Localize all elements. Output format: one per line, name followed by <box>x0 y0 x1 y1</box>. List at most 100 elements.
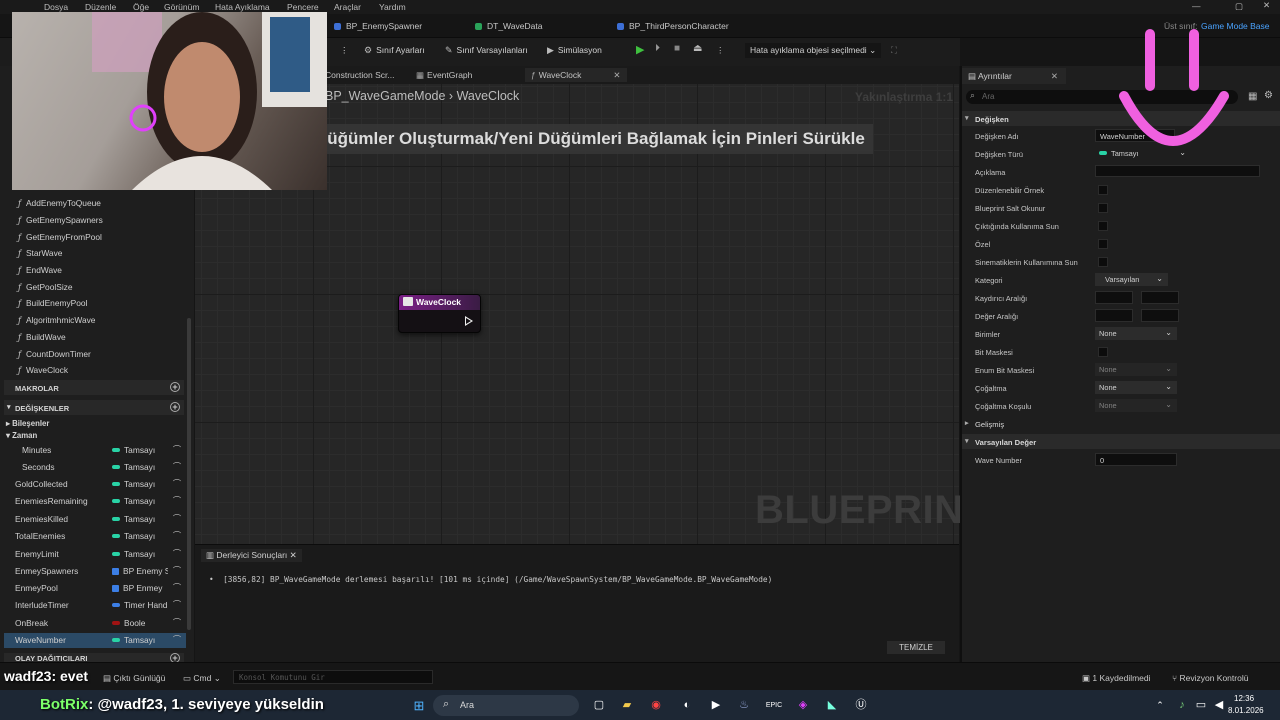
slider-min-input[interactable] <box>1095 291 1133 304</box>
time-group[interactable]: ▾ Zaman <box>6 431 37 440</box>
macros-section[interactable]: MAKROLAR + <box>4 380 184 395</box>
tab-eventgraph[interactable]: ▦ EventGraph <box>416 70 472 81</box>
variable-item[interactable]: InterludeTimer Timer Hand ⌒ <box>4 598 186 613</box>
readonly-checkbox[interactable] <box>1098 203 1108 213</box>
clock-time[interactable]: 12:36 <box>1234 694 1254 703</box>
close-icon[interactable]: ✕ <box>1263 0 1270 11</box>
class-settings-button[interactable]: ⚙ Sınıf Ayarları <box>364 45 425 56</box>
eye-closed-icon[interactable]: ⌒ <box>173 478 181 489</box>
slider-max-input[interactable] <box>1141 291 1179 304</box>
network-icon[interactable]: ▭ <box>1192 697 1210 714</box>
event-dispatchers-section[interactable]: OLAY DAĞITICILARI + <box>4 653 184 663</box>
menu-tools[interactable]: Araçlar <box>334 2 361 12</box>
windows-start-icon[interactable]: ⊞ <box>410 697 428 714</box>
eye-closed-icon[interactable]: ⌒ <box>173 548 181 559</box>
function-item[interactable]: ƒ GetEnemySpawners <box>18 215 103 225</box>
maximize-icon[interactable]: ▢ <box>1235 1 1243 12</box>
menu-view[interactable]: Görünüm <box>164 2 199 12</box>
eye-closed-icon[interactable]: ⌒ <box>173 444 181 455</box>
output-log-button[interactable]: ▤ Çıktı Günlüğü <box>103 673 165 684</box>
function-item[interactable]: ƒ AlgoritmhmicWave <box>18 315 95 325</box>
unreal-engine-icon[interactable]: Ⓤ <box>852 697 870 714</box>
function-item[interactable]: ƒ AddEnemyToQueue <box>18 198 101 208</box>
eye-closed-icon[interactable]: ⌒ <box>173 461 181 472</box>
tab-waveclock[interactable]: ƒ WaveClock ✕ <box>525 68 627 82</box>
play-icon[interactable]: ▶ <box>636 43 644 56</box>
eye-closed-icon[interactable]: ⌒ <box>173 513 181 524</box>
bitmask-checkbox[interactable] <box>1098 347 1108 357</box>
chrome-icon[interactable]: ◉ <box>647 697 665 714</box>
eye-closed-icon[interactable]: ⌒ <box>173 582 181 593</box>
value-max-input[interactable] <box>1141 309 1179 322</box>
expose-cinematics-checkbox[interactable] <box>1098 257 1108 267</box>
variable-item[interactable]: EnmeySpawners BP Enemy S ⌒ <box>4 564 186 579</box>
variable-item[interactable]: Seconds Tamsayı ⌒ <box>4 460 186 475</box>
debug-icon[interactable]: ⛶ <box>891 45 897 56</box>
menu-asset[interactable]: Öğe <box>133 2 149 12</box>
variable-item[interactable]: EnmeyPool BP Enmey ⌒ <box>4 581 186 596</box>
volume-icon[interactable]: ◀ <box>1210 697 1228 714</box>
variable-item[interactable]: EnemyLimit Tamsayı ⌒ <box>4 547 186 562</box>
close-tab-icon[interactable]: ✕ <box>290 550 297 560</box>
table-view-icon[interactable]: ▦ <box>1248 91 1257 102</box>
value-min-input[interactable] <box>1095 309 1133 322</box>
function-item[interactable]: ƒ StarWave <box>18 248 62 258</box>
function-entry-node[interactable]: WaveClock <box>398 294 481 333</box>
class-defaults-button[interactable]: ✎ Sınıf Varsayılanları <box>445 45 528 56</box>
private-checkbox[interactable] <box>1098 239 1108 249</box>
simulation-button[interactable]: ▶ Simülasyon <box>547 45 602 56</box>
play-options-icon[interactable]: ⋮ <box>716 45 725 56</box>
instance-editable-checkbox[interactable] <box>1098 185 1108 195</box>
function-item[interactable]: ƒ BuildEnemyPool <box>18 298 87 308</box>
category-dropdown[interactable]: Varsayılan ⌄ <box>1095 273 1168 286</box>
eye-closed-icon[interactable]: ⌒ <box>173 634 181 645</box>
task-view-icon[interactable]: ▢ <box>590 697 608 714</box>
add-variable-icon[interactable]: + <box>170 402 180 412</box>
replication-dropdown[interactable]: None ⌄ <box>1095 381 1177 394</box>
eye-closed-icon[interactable]: ⌒ <box>173 565 181 576</box>
compiler-results-tab[interactable]: ▥ Derleyici Sonuçları ✕ <box>201 549 302 562</box>
obs-icon[interactable]: ◈ <box>794 697 812 714</box>
advanced-section[interactable]: ▸ Gelişmiş <box>962 416 1280 431</box>
tray-chevron-icon[interactable]: ⌃ <box>1151 697 1169 714</box>
function-item[interactable]: ƒ GetPoolSize <box>18 282 73 292</box>
variable-item[interactable]: TotalEnemies Tamsayı ⌒ <box>4 529 186 544</box>
tab-bp-enemyspawner[interactable]: BP_EnemySpawner <box>334 21 422 31</box>
tab-bp-thirdpersoncharacter[interactable]: BP_ThirdPersonCharacter <box>617 21 729 31</box>
settings-gear-icon[interactable]: ⚙ <box>1264 90 1273 101</box>
app-icon[interactable]: ◐ <box>678 697 696 714</box>
variable-item[interactable]: GoldCollected Tamsayı ⌒ <box>4 477 186 492</box>
menu-help[interactable]: Yardım <box>379 2 406 12</box>
taskbar-search[interactable]: ⌕ Ara <box>433 695 579 716</box>
variable-item[interactable]: OnBreak Boole ⌒ <box>4 616 186 631</box>
variable-item[interactable]: WaveNumber Tamsayı ⌒ <box>4 633 186 648</box>
app-icon[interactable]: ◣ <box>823 697 841 714</box>
file-explorer-icon[interactable]: ▰ <box>618 697 636 714</box>
close-tab-icon[interactable]: ✕ <box>613 70 620 80</box>
step-icon[interactable]: ⏵ <box>655 43 660 54</box>
function-item[interactable]: ƒ BuildWave <box>18 332 66 342</box>
minimize-icon[interactable]: — <box>1192 1 1201 11</box>
units-dropdown[interactable]: None ⌄ <box>1095 327 1177 340</box>
variables-section[interactable]: ▾ DEĞİŞKENLER + <box>4 400 184 415</box>
steam-icon[interactable]: ♨ <box>735 697 753 714</box>
more-options-icon[interactable]: ⋮ <box>340 45 349 56</box>
revision-control-button[interactable]: ⑂ Revizyon Kontrolü <box>1172 673 1248 683</box>
menu-window[interactable]: Pencere <box>287 2 319 12</box>
cmd-dropdown[interactable]: ▭ Cmd ⌄ <box>183 673 221 684</box>
variable-item[interactable]: Minutes Tamsayı ⌒ <box>4 443 186 458</box>
wave-number-input[interactable]: 0 <box>1095 453 1177 466</box>
add-macro-icon[interactable]: + <box>170 382 180 392</box>
console-input[interactable]: Konsol Komutunu Gir <box>233 670 433 684</box>
menu-debug[interactable]: Hata Ayıklama <box>215 2 270 12</box>
mic-icon[interactable]: ♪ <box>1173 697 1191 714</box>
epic-games-icon[interactable]: EPIC <box>765 697 783 714</box>
description-input[interactable] <box>1095 165 1260 177</box>
exec-output-pin[interactable] <box>465 316 473 326</box>
clear-button[interactable]: TEMİZLE <box>887 641 945 654</box>
expose-on-spawn-checkbox[interactable] <box>1098 221 1108 231</box>
function-item[interactable]: ƒ CountDownTimer <box>18 349 91 359</box>
menu-file[interactable]: Dosya <box>44 2 68 12</box>
variable-item[interactable]: EnemiesKilled Tamsayı ⌒ <box>4 512 186 527</box>
unsaved-button[interactable]: ▣ 1 Kaydedilmedi <box>1082 673 1151 684</box>
